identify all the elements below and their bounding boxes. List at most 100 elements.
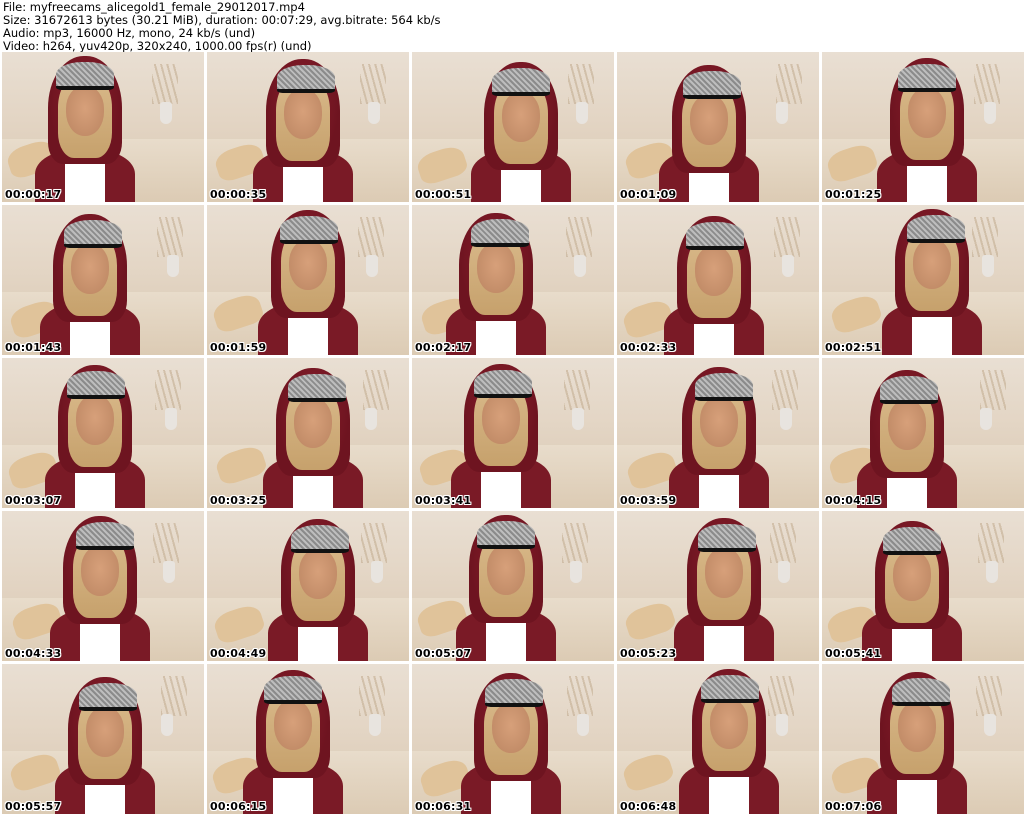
vase — [368, 102, 380, 124]
person-figure — [258, 358, 368, 508]
video-frame-thumbnail: 00:04:49 — [207, 511, 409, 661]
face — [690, 95, 728, 145]
decorative-plant — [976, 676, 1002, 716]
vase — [366, 255, 378, 277]
sequin-cap — [264, 676, 322, 704]
video-frame-thumbnail: 00:03:25 — [207, 358, 409, 508]
decorative-plant — [978, 523, 1004, 563]
vase — [161, 714, 173, 736]
vase — [160, 102, 172, 124]
face — [695, 246, 733, 296]
frame-timestamp: 00:02:51 — [825, 341, 882, 354]
face — [294, 398, 332, 448]
person-figure — [857, 511, 967, 661]
frame-timestamp: 00:00:35 — [210, 188, 267, 201]
sequin-cap — [492, 68, 550, 96]
person-figure — [263, 511, 373, 661]
video-frame-thumbnail: 00:01:09 — [617, 52, 819, 202]
vase — [576, 102, 588, 124]
person-figure — [872, 52, 982, 202]
face — [502, 92, 540, 142]
person-figure — [50, 664, 160, 814]
frame-timestamp: 00:01:09 — [620, 188, 677, 201]
frame-timestamp: 00:05:57 — [5, 800, 62, 813]
person-figure — [659, 205, 769, 355]
video-frame-thumbnail: 00:05:57 — [2, 664, 204, 814]
person-figure — [446, 358, 556, 508]
video-frame-thumbnail: 00:06:15 — [207, 664, 409, 814]
sequin-cap — [471, 219, 529, 247]
face — [81, 546, 119, 596]
sequin-cap — [698, 524, 756, 552]
face — [888, 400, 926, 450]
sequin-cap — [291, 525, 349, 553]
vase — [572, 408, 584, 430]
vase — [986, 561, 998, 583]
face — [289, 240, 327, 290]
person-figure — [674, 664, 784, 814]
face — [66, 86, 104, 136]
file-info-header: File: myfreecams_alicegold1_female_29012… — [3, 1, 441, 53]
sequin-cap — [277, 65, 335, 93]
video-frame-thumbnail: 00:04:33 — [2, 511, 204, 661]
face — [477, 243, 515, 293]
video-frame-thumbnail: 00:03:41 — [412, 358, 614, 508]
video-frame-thumbnail: 00:05:23 — [617, 511, 819, 661]
person-figure — [451, 511, 561, 661]
video-frame-thumbnail: 00:07:06 — [822, 664, 1024, 814]
frame-timestamp: 00:05:23 — [620, 647, 677, 660]
vase — [165, 408, 177, 430]
video-frame-thumbnail: 00:03:07 — [2, 358, 204, 508]
sequin-cap — [280, 216, 338, 244]
sequin-cap — [67, 371, 125, 399]
frame-timestamp: 00:00:17 — [5, 188, 62, 201]
frame-timestamp: 00:06:15 — [210, 800, 267, 813]
sequin-cap — [56, 62, 114, 90]
face — [492, 703, 530, 753]
face — [284, 89, 322, 139]
frame-timestamp: 00:03:41 — [415, 494, 472, 507]
video-frame-thumbnail: 00:02:51 — [822, 205, 1024, 355]
face — [898, 702, 936, 752]
sequin-cap — [76, 522, 134, 550]
face — [705, 548, 743, 598]
sequin-cap — [701, 675, 759, 703]
decorative-plant — [562, 523, 588, 563]
decorative-plant — [360, 64, 386, 104]
sequin-cap — [485, 679, 543, 707]
face — [908, 88, 946, 138]
face — [86, 707, 124, 757]
decorative-plant — [152, 64, 178, 104]
decorative-plant — [161, 676, 187, 716]
video-frame-thumbnail: 00:04:15 — [822, 358, 1024, 508]
sequin-cap — [907, 215, 965, 243]
person-figure — [40, 358, 150, 508]
face — [487, 545, 525, 595]
frame-timestamp: 00:04:33 — [5, 647, 62, 660]
decorative-plant — [153, 523, 179, 563]
sequin-cap — [686, 222, 744, 250]
vase — [984, 102, 996, 124]
vase — [570, 561, 582, 583]
decorative-plant — [774, 217, 800, 257]
video-frame-thumbnail: 00:02:17 — [412, 205, 614, 355]
sequin-cap — [288, 374, 346, 402]
vase — [369, 714, 381, 736]
decorative-plant — [359, 676, 385, 716]
vase — [780, 408, 792, 430]
vase — [574, 255, 586, 277]
person-figure — [877, 205, 987, 355]
vase — [778, 561, 790, 583]
frame-timestamp: 00:01:25 — [825, 188, 882, 201]
frame-timestamp: 00:03:25 — [210, 494, 267, 507]
video-frame-thumbnail: 00:01:43 — [2, 205, 204, 355]
video-frame-thumbnail: 00:00:51 — [412, 52, 614, 202]
face — [482, 394, 520, 444]
frame-timestamp: 00:03:07 — [5, 494, 62, 507]
person-figure — [441, 205, 551, 355]
frame-timestamp: 00:04:15 — [825, 494, 882, 507]
frame-timestamp: 00:04:49 — [210, 647, 267, 660]
thumbnail-grid: 00:00:17 00:00:35 00:00:51 00:01:09 00:0… — [2, 52, 1024, 814]
sequin-cap — [477, 521, 535, 549]
video-frame-thumbnail: 00:05:41 — [822, 511, 1024, 661]
